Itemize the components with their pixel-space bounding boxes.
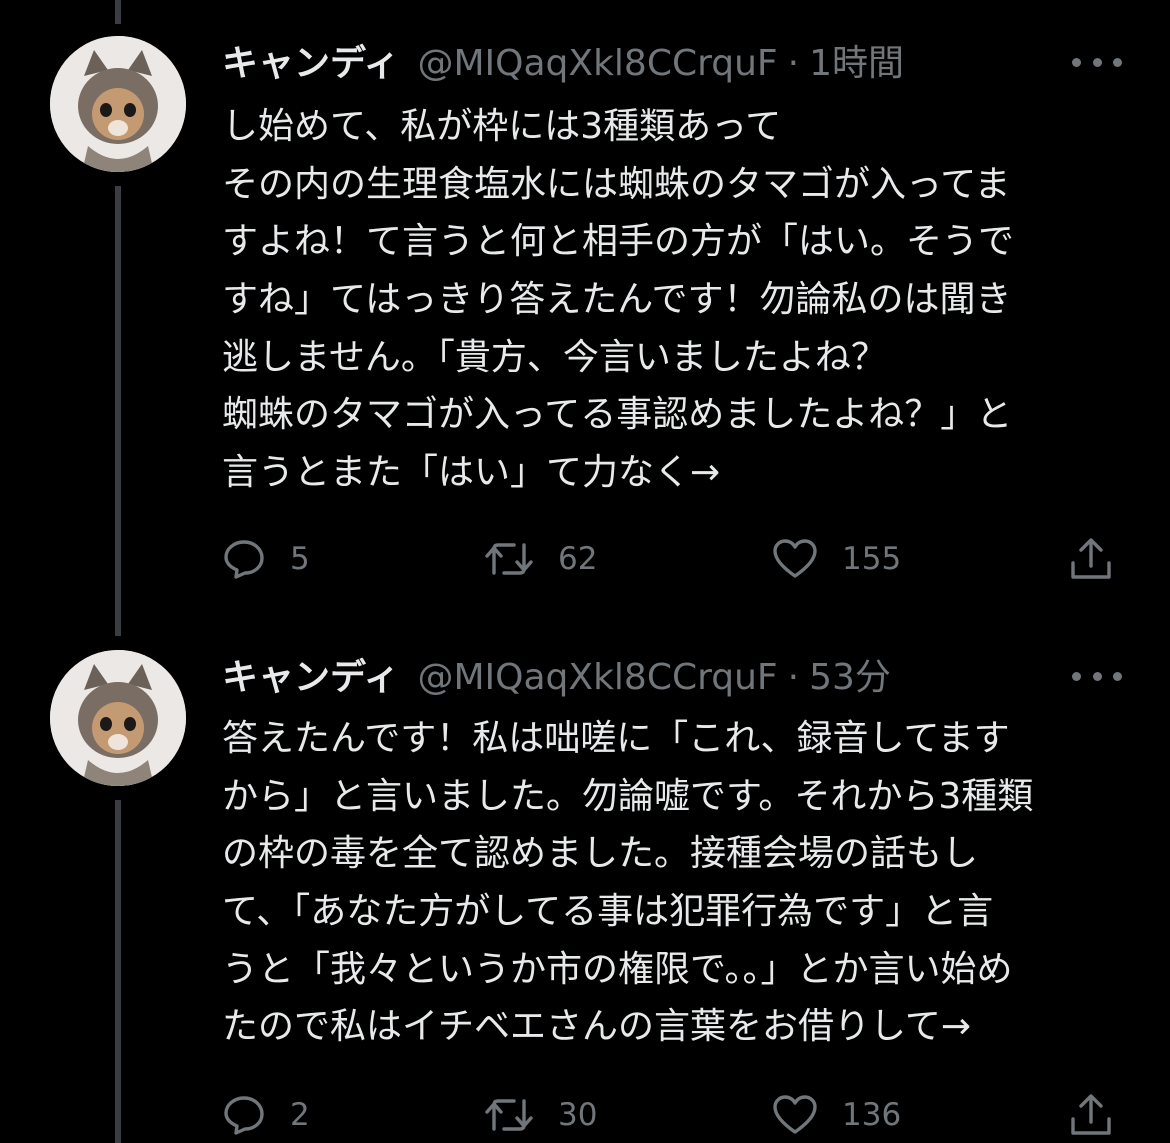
avatar[interactable]: [50, 650, 186, 786]
reply-count: 2: [290, 1097, 310, 1133]
user-handle[interactable]: @MIQaqXkl8CCrquF: [417, 36, 777, 92]
display-name[interactable]: キャンディ: [222, 36, 399, 92]
tweet-header: キャンディ @MIQaqXkl8CCrquF · 1時間: [222, 36, 904, 92]
tweet-text-line: し始めて、私が枠には3種類あって: [222, 106, 782, 147]
tweet-text-line: 蜘蛛のタマゴが入ってる事認めましたよね？」と: [222, 394, 1013, 436]
tweet[interactable]: キャンディ @MIQaqXkl8CCrquF · 1時間 し始めて、私が枠には3…: [0, 0, 1170, 620]
separator-dot: ·: [787, 657, 800, 698]
tweet-text-line: 逃しません。「貴方、今言いましたよね？: [222, 336, 887, 378]
tweet-text-line: 答えたんです！私は咄嗟に「これ、録音してます: [222, 718, 1010, 759]
tweet[interactable]: キャンディ @MIQaqXkl8CCrquF · 53分 答えたんです！私は咄嗟…: [0, 620, 1170, 1143]
tweet-text-line: て、「あなた方がしてる事は犯罪行為です」と言: [222, 891, 994, 933]
reply-count: 5: [290, 541, 310, 577]
tweet-text-line: すね」てはっきり答えたんです！勿論私のは聞き: [222, 279, 1012, 321]
tweet-actions: 5 62 155: [222, 534, 1122, 584]
share-icon: [1071, 1094, 1111, 1135]
tweet-text-line: たので私はイチベエさんの言葉をお借りして→: [222, 1006, 972, 1048]
share-icon: [1071, 538, 1111, 579]
timestamp[interactable]: 1時間: [809, 36, 904, 92]
tweet-text: 答えたんです！私は咄嗟に「これ、録音してます から」と言いました。勿論嘘です。そ…: [222, 710, 1122, 1056]
tweet-text-line: から」と言いました。勿論嘘です。それから3種類: [222, 775, 1034, 817]
retweet-count: 62: [558, 541, 598, 577]
more-options-icon[interactable]: [1072, 42, 1122, 82]
tweet-text-line: の枠の毒を全て認めました。接種会場の話もし: [222, 833, 979, 875]
heart-icon: [773, 1095, 817, 1134]
user-handle[interactable]: @MIQaqXkl8CCrquF: [417, 650, 777, 706]
like-button[interactable]: 155: [772, 534, 901, 584]
separator-dot: ·: [787, 43, 800, 84]
more-options-icon[interactable]: [1072, 656, 1122, 696]
retweet-icon: [485, 1099, 533, 1131]
retweet-button[interactable]: 62: [484, 534, 597, 584]
like-button[interactable]: 136: [772, 1090, 901, 1140]
reply-button[interactable]: 5: [222, 534, 310, 584]
like-count: 155: [842, 541, 902, 577]
share-button[interactable]: [1068, 1090, 1114, 1140]
timestamp[interactable]: 53分: [809, 650, 891, 706]
tweet-text-line: うと「我々というか市の権限で。。」とか言い始め: [222, 948, 1013, 990]
tweet-text: し始めて、私が枠には3種類あって その内の生理食塩水には蜘蛛のタマゴが入ってま …: [222, 98, 1122, 502]
avatar[interactable]: [50, 36, 186, 172]
tweet-text-line: すよね！て言うと何と相手の方が「はい。そうで: [222, 221, 1015, 263]
share-button[interactable]: [1068, 534, 1114, 584]
tweet-actions: 2 30 136: [222, 1090, 1122, 1140]
avatar-cat-image: [50, 650, 186, 786]
tweet-text-line: 言うとまた「はい」て力なく→: [222, 452, 721, 494]
display-name[interactable]: キャンディ: [222, 650, 399, 706]
reply-icon: [224, 1096, 264, 1135]
retweet-button[interactable]: 30: [484, 1090, 597, 1140]
reply-icon: [224, 540, 264, 579]
retweet-count: 30: [558, 1097, 598, 1133]
tweet-header: キャンディ @MIQaqXkl8CCrquF · 53分: [222, 650, 891, 706]
like-count: 136: [842, 1097, 902, 1133]
retweet-icon: [485, 543, 533, 575]
heart-icon: [773, 539, 817, 578]
tweet-text-line: その内の生理食塩水には蜘蛛のタマゴが入ってま: [222, 163, 1011, 205]
avatar-cat-image: [50, 36, 186, 172]
reply-button[interactable]: 2: [222, 1090, 310, 1140]
